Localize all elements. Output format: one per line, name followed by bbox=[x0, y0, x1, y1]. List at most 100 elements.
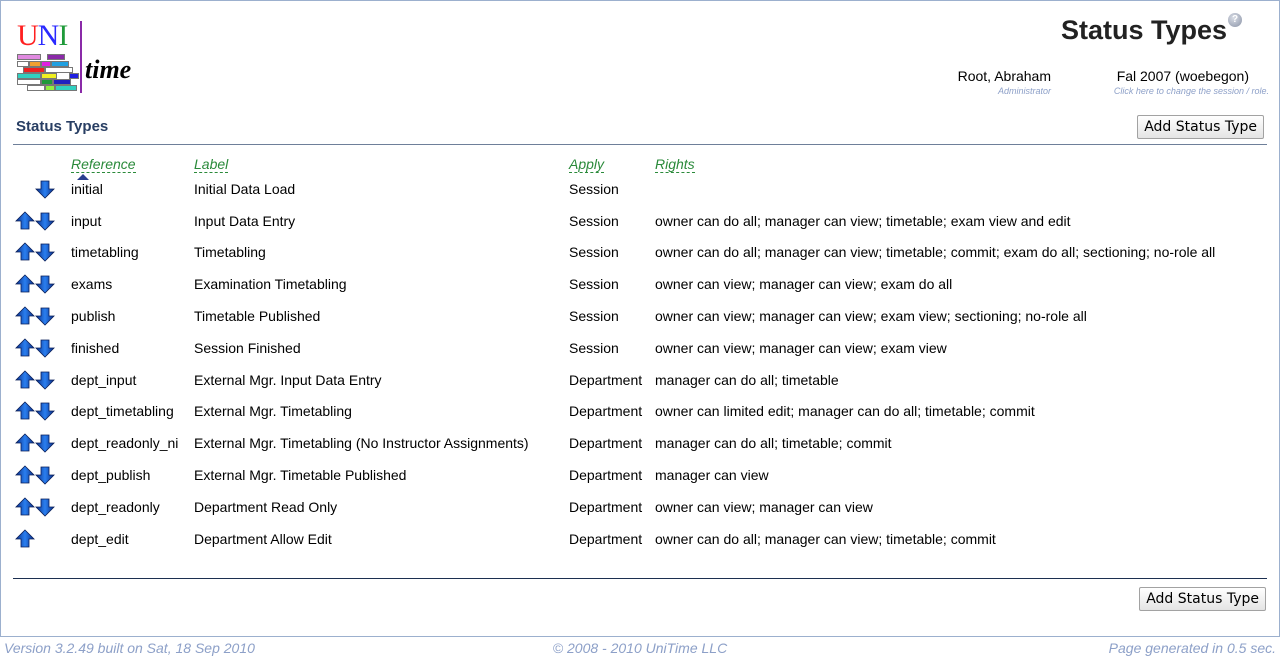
table-row[interactable]: dept_readonly Department Read Only Departm… bbox=[13, 491, 1218, 523]
unitime-logo[interactable]: UNI time bbox=[15, 21, 140, 96]
page-frame: UNI time Status Types ? Root, Abraham Ad… bbox=[0, 0, 1280, 637]
cell-apply: Department bbox=[569, 371, 643, 388]
footer-generated: Page generated in 0.5 sec. bbox=[1108, 640, 1276, 656]
sort-reference[interactable]: Reference bbox=[71, 156, 136, 180]
cell-reference: timetabling bbox=[71, 244, 139, 261]
logo-timetable-grid-icon bbox=[17, 54, 79, 92]
move-up-arrow-icon[interactable] bbox=[15, 338, 35, 358]
logo-letter-n: N bbox=[37, 19, 60, 52]
cell-rights: owner can view; manager can view bbox=[655, 498, 873, 515]
move-down-arrow-icon[interactable] bbox=[35, 338, 55, 358]
cell-label: External Mgr. Timetabling (No Instructor… bbox=[194, 435, 529, 452]
cell-reference: finished bbox=[71, 339, 120, 356]
table-row[interactable]: dept_input External Mgr. Input Data Entry… bbox=[13, 364, 1218, 396]
cell-label: Department Read Only bbox=[194, 498, 338, 515]
cell-reference: dept_edit bbox=[71, 530, 129, 547]
table-row[interactable]: dept_readonly_ni External Mgr. Timetablin… bbox=[13, 427, 1218, 459]
move-up-arrow-icon[interactable] bbox=[15, 306, 35, 326]
session-info[interactable]: Fal 2007 (woebegon) Click here to change… bbox=[1114, 68, 1269, 96]
move-up-arrow-icon[interactable] bbox=[15, 497, 35, 517]
move-up-arrow-icon[interactable] bbox=[15, 211, 35, 231]
move-up-arrow-icon[interactable] bbox=[15, 529, 35, 549]
logo-uni-text: UNI bbox=[17, 19, 68, 52]
move-up-arrow-icon[interactable] bbox=[15, 401, 35, 421]
cell-rights: owner can do all; manager can view; time… bbox=[655, 244, 1216, 261]
question-circle-icon[interactable]: ? bbox=[1228, 13, 1242, 27]
row-arrows-cell bbox=[13, 205, 68, 237]
move-up-arrow-icon[interactable] bbox=[15, 242, 35, 262]
row-arrows-cell bbox=[13, 491, 68, 523]
cell-rights: manager can do all; timetable; commit bbox=[655, 435, 892, 452]
column-header-reference[interactable]: Reference bbox=[71, 156, 136, 173]
move-up-arrow-icon[interactable] bbox=[15, 465, 35, 485]
table-row[interactable]: publish Timetable Published Session owner c… bbox=[13, 300, 1218, 332]
move-down-arrow-icon[interactable] bbox=[35, 179, 55, 199]
cell-rights: owner can view; manager can view; exam v… bbox=[655, 339, 947, 356]
cell-apply: Department bbox=[569, 403, 643, 420]
section-title: Status Types bbox=[16, 118, 109, 135]
column-header-apply[interactable]: Apply bbox=[569, 156, 605, 173]
add-status-type-button-bottom[interactable]: Add Status Type bbox=[1139, 587, 1266, 611]
cell-rights: owner can view; manager can view; exam d… bbox=[655, 276, 953, 293]
cell-apply: Session bbox=[569, 339, 619, 356]
move-down-arrow-icon[interactable] bbox=[35, 211, 55, 231]
empty-arrow-slot bbox=[35, 529, 55, 549]
row-arrows-cell bbox=[13, 459, 68, 491]
cell-label: Session Finished bbox=[194, 339, 301, 356]
move-up-arrow-icon[interactable] bbox=[15, 274, 35, 294]
header-rights-cell: Rights bbox=[652, 147, 1218, 173]
row-arrows-cell bbox=[13, 523, 68, 555]
table-row[interactable]: exams Examination Timetabling Session owner… bbox=[13, 268, 1218, 300]
cell-apply: Session bbox=[569, 244, 619, 261]
column-header-rights[interactable]: Rights bbox=[655, 156, 695, 173]
cell-label: Timetable Published bbox=[194, 308, 321, 325]
header-reference-cell: Reference bbox=[68, 147, 191, 180]
move-up-arrow-icon[interactable] bbox=[15, 433, 35, 453]
sort-ascending-icon bbox=[77, 174, 89, 180]
cell-label: External Mgr. Input Data Entry bbox=[194, 371, 382, 388]
cell-label: Timetabling bbox=[194, 244, 266, 261]
cell-reference: input bbox=[71, 212, 102, 229]
column-header-label[interactable]: Label bbox=[194, 156, 229, 173]
add-status-type-button-top[interactable]: Add Status Type bbox=[1137, 115, 1264, 139]
cell-apply: Session bbox=[569, 308, 619, 325]
move-down-arrow-icon[interactable] bbox=[35, 370, 55, 390]
table-row[interactable]: dept_publish External Mgr. Timetable Publ… bbox=[13, 459, 1218, 491]
table-row[interactable]: timetabling Timetabling Session owner can d… bbox=[13, 237, 1218, 269]
table-row[interactable]: dept_timetabling External Mgr. Timetablin… bbox=[13, 396, 1218, 428]
row-arrows-cell bbox=[13, 332, 68, 364]
move-down-arrow-icon[interactable] bbox=[35, 465, 55, 485]
session-name: Fal 2007 (woebegon) bbox=[1116, 68, 1249, 84]
cell-label: External Mgr. Timetable Published bbox=[194, 467, 407, 484]
user-name: Root, Abraham bbox=[957, 68, 1051, 84]
logo-divider bbox=[80, 21, 82, 93]
move-down-arrow-icon[interactable] bbox=[35, 274, 55, 294]
move-down-arrow-icon[interactable] bbox=[35, 242, 55, 263]
move-down-arrow-icon[interactable] bbox=[35, 433, 55, 453]
move-down-arrow-icon[interactable] bbox=[35, 497, 55, 517]
cell-label: External Mgr. Timetabling bbox=[194, 403, 352, 420]
cell-rights: manager can do all; timetable bbox=[655, 371, 839, 388]
header-label-cell: Label bbox=[191, 147, 566, 173]
status-types-table: Reference Label Apply Rights initial Init… bbox=[13, 147, 1218, 555]
move-down-arrow-icon[interactable] bbox=[35, 401, 55, 422]
table-row[interactable]: input Input Data Entry Session owner can do… bbox=[13, 205, 1218, 237]
change-session-link[interactable]: Click here to change the session / role. bbox=[1114, 86, 1269, 96]
table-row[interactable]: dept_edit Department Allow Edit Department… bbox=[13, 523, 1218, 555]
user-info[interactable]: Root, Abraham Administrator bbox=[958, 68, 1051, 96]
cell-rights: manager can view bbox=[655, 467, 769, 484]
table-header-row: Reference Label Apply Rights bbox=[13, 147, 1218, 180]
cell-rights: owner can limited edit; manager can do a… bbox=[655, 403, 1035, 420]
table-row[interactable]: initial Initial Data Load Session bbox=[13, 173, 1218, 205]
row-arrows-cell bbox=[13, 364, 68, 396]
cell-reference: dept_readonly bbox=[71, 498, 160, 515]
cell-reference: exams bbox=[71, 276, 113, 293]
move-up-arrow-icon[interactable] bbox=[15, 370, 35, 390]
cell-label: Examination Timetabling bbox=[194, 276, 347, 293]
table-row[interactable]: finished Session Finished Session owner can… bbox=[13, 332, 1218, 364]
logo-letter-i: I bbox=[58, 19, 68, 52]
cell-reference: dept_publish bbox=[71, 467, 151, 484]
row-arrows-cell bbox=[13, 300, 68, 332]
move-down-arrow-icon[interactable] bbox=[35, 306, 55, 326]
cell-label: Department Allow Edit bbox=[194, 530, 332, 547]
